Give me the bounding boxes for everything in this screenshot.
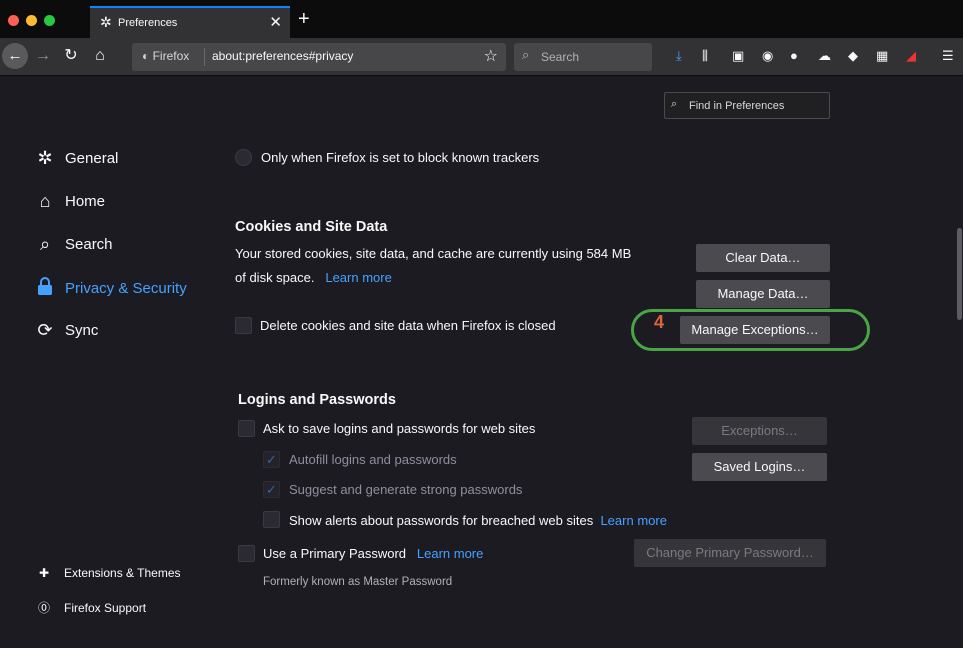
footer-label: Firefox Support [64,600,147,615]
forward-button[interactable]: → [34,45,52,67]
primary-password-label: Use a Primary Password Learn more [263,546,484,561]
search-icon: ⌕ [671,98,678,110]
suggest-passwords-checkbox[interactable]: ✓ [263,481,280,498]
exceptions-button[interactable]: Exceptions… [692,417,827,445]
extension-info-icon[interactable]: ● [790,48,798,64]
lock-icon [34,277,56,300]
manage-data-button[interactable]: Manage Data… [696,280,830,308]
home-icon: ⌂ [39,191,51,211]
firefox-icon: ◐ [142,49,150,63]
tab-preferences[interactable]: ✲ Preferences ✕ [90,6,290,38]
find-placeholder: Find in Preferences [689,100,785,112]
search-icon: ⌕ [522,47,530,62]
sidebar-footer-support[interactable]: ⓪ Firefox Support [36,599,146,616]
autofill-checkbox[interactable]: ✓ [263,451,280,468]
close-window-button[interactable] [8,15,19,26]
new-tab-button[interactable]: + [298,9,310,29]
sidebar-icon[interactable]: ▣ [732,48,744,64]
zoom-window-button[interactable] [44,15,55,26]
delete-cookies-checkbox[interactable] [235,317,252,334]
ask-save-logins-label: Ask to save logins and passwords for web… [263,421,536,436]
tab-strip: ✲ Preferences ✕ + [0,0,963,38]
extension-grid-icon[interactable]: ▦ [876,48,888,64]
gear-icon: ✲ [100,14,112,30]
home-button[interactable]: ⌂ [90,45,110,67]
primary-learn-more-link[interactable]: Learn more [417,546,483,561]
sidebar-item-search[interactable]: ⌕ Search [34,234,113,255]
sidebar-item-sync[interactable]: ⟳ Sync [34,320,98,341]
sidebar-item-label: Privacy & Security [65,280,187,297]
sidebar-item-label: Sync [65,322,99,339]
autofill-label: Autofill logins and passwords [289,452,457,467]
menu-icon[interactable]: ☰ [942,48,954,64]
cookies-learn-more-link[interactable]: Learn more [325,270,391,285]
cookies-description-cont: of disk space. Learn more [235,270,392,285]
delete-cookies-label: Delete cookies and site data when Firefo… [260,318,556,333]
extension-cloud-icon[interactable]: ☁ [818,48,831,64]
identity-box[interactable]: ◐ Firefox [142,49,189,63]
help-icon: ⓪ [37,601,50,615]
extension-red-icon[interactable]: ◢ [906,48,916,64]
search-icon: ⌕ [39,234,51,254]
formerly-known-note: Formerly known as Master Password [263,576,453,588]
reload-button[interactable]: ↻ [62,45,80,67]
clear-data-button[interactable]: Clear Data… [696,244,830,272]
tracking-radio[interactable] [235,149,252,166]
library-icon[interactable]: ⫼ [702,48,708,64]
url-bar[interactable]: ◐ Firefox about:preferences#privacy ☆ [132,43,506,71]
tracking-radio-label: Only when Firefox is set to block known … [261,150,540,165]
sidebar-item-home[interactable]: ⌂ Home [34,191,105,212]
downloads-icon[interactable]: ⤓ [676,48,682,64]
scrollbar-thumb[interactable] [957,228,962,320]
sidebar-item-label: General [65,150,119,167]
search-placeholder: Search [541,50,580,64]
logins-heading: Logins and Passwords [238,392,396,408]
saved-logins-button[interactable]: Saved Logins… [692,453,827,481]
puzzle-icon: ✚ [38,566,50,580]
account-icon[interactable]: ◉ [762,48,773,64]
breach-learn-more-link[interactable]: Learn more [600,513,666,528]
ask-save-logins-checkbox[interactable] [238,420,255,437]
sidebar-item-general[interactable]: ✲ General [34,148,118,169]
back-button[interactable]: ← [2,43,28,69]
breach-alerts-label: Show alerts about passwords for breached… [289,513,667,528]
gear-icon: ✲ [37,148,53,168]
extension-shield-icon[interactable]: ◆ [848,48,858,64]
footer-label: Extensions & Themes [64,566,181,580]
navigation-toolbar: ← → ↻ ⌂ ◐ Firefox about:preferences#priv… [0,38,963,76]
sidebar-footer-extensions[interactable]: ✚ Extensions & Themes [36,566,181,580]
change-primary-password-button[interactable]: Change Primary Password… [634,539,826,567]
url-text[interactable]: about:preferences#privacy [212,49,353,63]
primary-password-checkbox[interactable] [238,545,255,562]
bookmark-star-icon[interactable]: ☆ [484,46,498,66]
sidebar-item-label: Search [65,236,113,253]
cookies-description: Your stored cookies, site data, and cach… [235,246,632,261]
url-separator [204,48,205,66]
suggest-passwords-label: Suggest and generate strong passwords [289,482,523,497]
cookies-heading: Cookies and Site Data [235,219,388,235]
breach-alerts-checkbox[interactable] [263,511,280,528]
close-tab-icon[interactable]: ✕ [269,13,282,31]
step-number: 4 [654,312,665,332]
sidebar-item-privacy[interactable]: Privacy & Security [34,277,187,300]
find-in-preferences-input[interactable]: ⌕ Find in Preferences [664,92,830,119]
sync-icon: ⟳ [37,320,53,340]
search-bar[interactable]: ⌕ Search [514,43,652,71]
minimize-window-button[interactable] [26,15,37,26]
step-highlight-ring [631,309,870,351]
tab-title: Preferences [118,17,178,29]
sidebar-item-label: Home [65,193,106,210]
